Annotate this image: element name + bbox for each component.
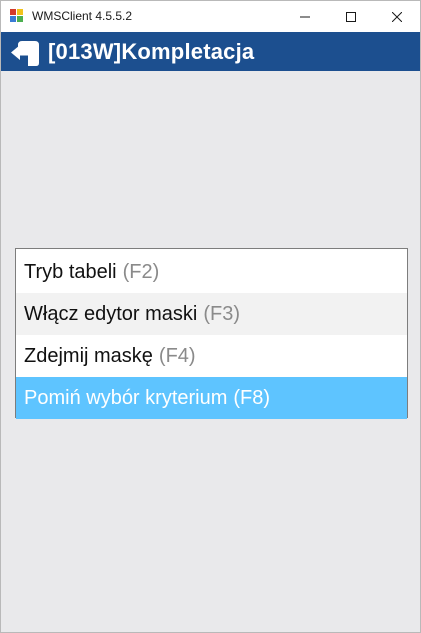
screen-header: [013W]Kompletacja [1,32,420,71]
maximize-button[interactable] [328,1,374,32]
back-button[interactable] [9,37,41,67]
menu-item-label: Pomiń wybór kryterium [24,386,228,409]
menu-item-table-mode[interactable]: Tryb tabeli (F2) [16,251,407,293]
menu-item-label: Zdejmij maskę [24,344,153,367]
app-window: WMSClient 4.5.5.2 [013W]Kompletacja Tryb… [0,0,421,633]
window-title: WMSClient 4.5.5.2 [32,9,133,23]
screen-title: [013W]Kompletacja [48,39,255,64]
menu-item-enable-mask-editor[interactable]: Włącz edytor maski (F3) [16,293,407,335]
menu-item-shortcut: (F8) [233,386,271,409]
maximize-icon [346,11,356,22]
close-button[interactable] [374,1,420,32]
menu-item-label: Włącz edytor maski [24,302,198,325]
context-menu: Tryb tabeli (F2) Włącz edytor maski (F3)… [15,248,408,419]
app-icon [10,9,24,23]
menu-item-shortcut: (F4) [158,344,196,367]
title-bar[interactable]: WMSClient 4.5.5.2 [1,1,420,32]
menu-item-skip-criterion[interactable]: Pomiń wybór kryterium (F8) [16,377,407,419]
menu-item-label: Tryb tabeli [24,260,117,283]
close-icon [392,11,402,22]
back-arrow-icon [11,41,39,66]
minimize-icon [300,16,310,17]
minimize-button[interactable] [282,1,328,32]
menu-item-shortcut: (F3) [203,302,241,325]
menu-item-remove-mask[interactable]: Zdejmij maskę (F4) [16,335,407,377]
menu-item-shortcut: (F2) [122,260,160,283]
